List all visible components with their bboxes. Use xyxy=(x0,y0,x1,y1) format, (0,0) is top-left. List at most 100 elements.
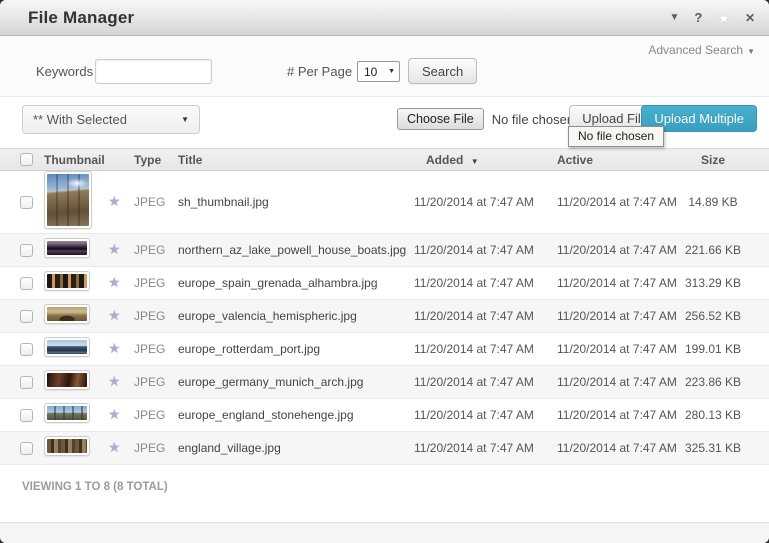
file-added-date: 11/20/2014 at 7:47 AM xyxy=(414,243,557,257)
star-icon[interactable]: ★ xyxy=(108,406,121,422)
header-type: Type xyxy=(134,153,178,167)
star-icon[interactable]: ★ xyxy=(108,373,121,389)
title-bar: File Manager ▼ ? ★ ✕ xyxy=(0,0,769,36)
keywords-input[interactable] xyxy=(95,59,212,84)
file-size: 14.89 KB xyxy=(683,195,769,209)
star-icon[interactable]: ★ xyxy=(108,439,121,455)
file-size: 256.52 KB xyxy=(683,309,769,323)
keywords-label: Keywords xyxy=(36,64,93,79)
file-type: JPEG xyxy=(134,276,178,290)
thumbnail-image[interactable] xyxy=(44,337,90,357)
file-type: JPEG xyxy=(134,441,178,455)
star-icon[interactable]: ★ xyxy=(108,307,121,323)
file-title: europe_spain_grenada_alhambra.jpg xyxy=(178,276,414,290)
file-added-date: 11/20/2014 at 7:47 AM xyxy=(414,441,557,455)
close-icon[interactable]: ✕ xyxy=(745,12,755,24)
with-selected-value: ** With Selected xyxy=(33,112,127,127)
file-active-date: 11/20/2014 at 7:47 AM xyxy=(557,441,683,455)
row-checkbox[interactable] xyxy=(20,376,33,389)
row-checkbox[interactable] xyxy=(20,409,33,422)
file-active-date: 11/20/2014 at 7:47 AM xyxy=(557,276,683,290)
search-panel: Advanced Search ▼ Keywords # Per Page 10 … xyxy=(0,36,769,97)
star-icon[interactable]: ★ xyxy=(108,241,121,257)
choose-file-button[interactable]: Choose File xyxy=(397,108,484,130)
file-type: JPEG xyxy=(134,309,178,323)
file-type: JPEG xyxy=(134,375,178,389)
file-size: 325.31 KB xyxy=(683,441,769,455)
star-icon[interactable]: ★ xyxy=(108,193,121,209)
header-active: Active xyxy=(557,153,683,167)
thumbnail-image[interactable] xyxy=(44,403,90,423)
title-bar-icons: ▼ ? ★ ✕ xyxy=(670,11,755,25)
file-type: JPEG xyxy=(134,342,178,356)
star-icon[interactable]: ★ xyxy=(108,274,121,290)
file-active-date: 11/20/2014 at 7:47 AM xyxy=(557,309,683,323)
row-checkbox[interactable] xyxy=(20,442,33,455)
file-title: europe_rotterdam_port.jpg xyxy=(178,342,414,356)
file-type: JPEG xyxy=(134,243,178,257)
file-title: england_village.jpg xyxy=(178,441,414,455)
file-size: 313.29 KB xyxy=(683,276,769,290)
thumbnail-image[interactable] xyxy=(44,238,90,258)
thumbnail-image[interactable] xyxy=(44,304,90,324)
file-size: 280.13 KB xyxy=(683,408,769,422)
file-title: europe_valencia_hemispheric.jpg xyxy=(178,309,414,323)
table-row: ★ JPEG europe_germany_munich_arch.jpg 11… xyxy=(0,366,769,399)
advanced-search-label: Advanced Search xyxy=(648,43,743,57)
window-title: File Manager xyxy=(28,8,134,28)
advanced-search-toggle[interactable]: Advanced Search ▼ xyxy=(648,43,755,57)
row-checkbox[interactable] xyxy=(20,343,33,356)
file-added-date: 11/20/2014 at 7:47 AM xyxy=(414,408,557,422)
header-thumbnail: Thumbnail xyxy=(44,153,108,167)
table-row: ★ JPEG northern_az_lake_powell_house_boa… xyxy=(0,234,769,267)
file-manager-window: File Manager ▼ ? ★ ✕ Advanced Search ▼ Ke… xyxy=(0,0,769,543)
select-arrow-icon: ▼ xyxy=(181,115,189,124)
action-bar: ** With Selected ▼ Choose File No file c… xyxy=(0,97,769,148)
window-dropdown-icon[interactable]: ▼ xyxy=(670,13,680,23)
header-added-label: Added xyxy=(426,153,463,167)
file-active-date: 11/20/2014 at 7:47 AM xyxy=(557,195,683,209)
table-row: ★ JPEG sh_thumbnail.jpg 11/20/2014 at 7:… xyxy=(0,171,769,234)
bottom-bar xyxy=(0,522,769,543)
file-added-date: 11/20/2014 at 7:47 AM xyxy=(414,375,557,389)
file-input-tooltip: No file chosen xyxy=(568,126,664,147)
per-page-value: 10 xyxy=(364,65,377,79)
file-input-group: Choose File No file chosen xyxy=(397,108,574,130)
header-size: Size xyxy=(683,153,769,167)
thumbnail-image[interactable] xyxy=(44,370,90,390)
file-type: JPEG xyxy=(134,195,178,209)
per-page-select[interactable]: 10 ▼ xyxy=(357,61,400,82)
file-table-body: ★ JPEG sh_thumbnail.jpg 11/20/2014 at 7:… xyxy=(0,171,769,465)
help-icon[interactable]: ? xyxy=(694,11,702,24)
row-checkbox[interactable] xyxy=(20,277,33,290)
star-icon[interactable]: ★ xyxy=(108,340,121,356)
row-checkbox[interactable] xyxy=(20,196,33,209)
viewing-status: VIEWING 1 TO 8 (8 TOTAL) xyxy=(0,465,769,493)
table-header: Thumbnail Type Title Added ▼ Active Size xyxy=(0,148,769,171)
select-all-checkbox[interactable] xyxy=(20,153,33,166)
file-active-date: 11/20/2014 at 7:47 AM xyxy=(557,408,683,422)
file-added-date: 11/20/2014 at 7:47 AM xyxy=(414,195,557,209)
chevron-down-icon: ▼ xyxy=(747,47,755,56)
search-row: Keywords # Per Page 10 ▼ Search xyxy=(0,58,769,86)
with-selected-select[interactable]: ** With Selected ▼ xyxy=(22,105,200,134)
file-chosen-status: No file chosen xyxy=(492,112,574,127)
header-title: Title xyxy=(178,153,414,167)
favorite-star-icon[interactable]: ★ xyxy=(717,11,730,25)
file-title: northern_az_lake_powell_house_boats.jpg xyxy=(178,243,414,257)
file-added-date: 11/20/2014 at 7:47 AM xyxy=(414,342,557,356)
table-row: ★ JPEG europe_england_stonehenge.jpg 11/… xyxy=(0,399,769,432)
file-active-date: 11/20/2014 at 7:47 AM xyxy=(557,375,683,389)
thumbnail-image[interactable] xyxy=(44,436,90,456)
row-checkbox[interactable] xyxy=(20,310,33,323)
table-row: ★ JPEG england_village.jpg 11/20/2014 at… xyxy=(0,432,769,465)
file-active-date: 11/20/2014 at 7:47 AM xyxy=(557,243,683,257)
thumbnail-image[interactable] xyxy=(44,271,90,291)
row-checkbox[interactable] xyxy=(20,244,33,257)
search-button[interactable]: Search xyxy=(408,58,477,84)
header-added-sort[interactable]: Added ▼ xyxy=(414,153,557,167)
table-row: ★ JPEG europe_rotterdam_port.jpg 11/20/2… xyxy=(0,333,769,366)
thumbnail-image[interactable] xyxy=(44,171,92,229)
file-active-date: 11/20/2014 at 7:47 AM xyxy=(557,342,683,356)
table-row: ★ JPEG europe_spain_grenada_alhambra.jpg… xyxy=(0,267,769,300)
